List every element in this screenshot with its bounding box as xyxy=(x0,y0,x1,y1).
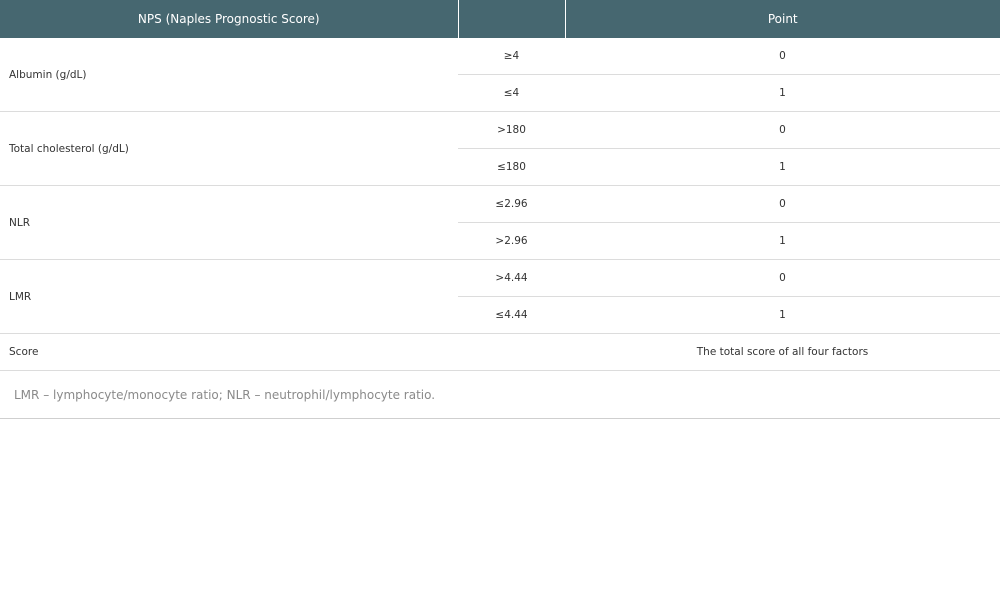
row-point: 1 xyxy=(565,296,1000,334)
row-point: 0 xyxy=(565,111,1000,149)
row-point: 1 xyxy=(565,222,1000,260)
row-point: 1 xyxy=(565,148,1000,186)
row-label-lmr: LMR xyxy=(0,259,458,334)
score-value: The total score of all four factors xyxy=(565,333,1000,370)
table-row: NLR ≤2.96 0 xyxy=(0,185,1000,260)
table-body: Albumin (g/dL) ≥4 0 ≤4 1 Total cholester… xyxy=(0,38,1000,370)
row-label-nlr: NLR xyxy=(0,185,458,260)
score-label: Score xyxy=(0,333,458,370)
row-point: 0 xyxy=(779,50,786,62)
row-point: 1 xyxy=(565,74,1000,112)
row-condition: ≤2.96 xyxy=(458,185,565,223)
header-condition xyxy=(458,0,566,38)
row-condition: ≤180 xyxy=(458,148,565,186)
score-row: Score The total score of all four factor… xyxy=(0,333,1000,370)
table-row: LMR >4.44 0 xyxy=(0,259,1000,334)
row-point: 0 xyxy=(565,185,1000,223)
row-label-cholesterol: Total cholesterol (g/dL) xyxy=(0,111,458,186)
table-header: NPS (Naples Prognostic Score) Point xyxy=(0,0,1000,38)
row-condition: >180 xyxy=(458,111,565,149)
header-nps: NPS (Naples Prognostic Score) xyxy=(0,0,459,38)
table-footnote: LMR – lymphocyte/monocyte ratio; NLR – n… xyxy=(0,370,1000,419)
row-condition: >2.96 xyxy=(458,222,565,260)
row-condition: >4.44 xyxy=(458,259,565,297)
table-container: NPS (Naples Prognostic Score) Point Albu… xyxy=(0,0,1000,419)
table-row: Albumin (g/dL) ≥4 0 xyxy=(0,38,1000,81)
row-condition: ≤4 xyxy=(458,74,565,112)
row-condition: ≤4.44 xyxy=(458,296,565,334)
row-condition: ≥4 xyxy=(503,50,520,62)
score-condition xyxy=(458,333,565,370)
row-label-albumin: Albumin (g/dL) xyxy=(9,68,87,81)
row-point: 0 xyxy=(565,259,1000,297)
header-row: NPS (Naples Prognostic Score) Point xyxy=(0,0,1000,38)
nps-table: NPS (Naples Prognostic Score) Point Albu… xyxy=(0,0,1000,370)
table-row: Total cholesterol (g/dL) >180 0 xyxy=(0,111,1000,186)
header-point: Point xyxy=(565,0,1000,38)
